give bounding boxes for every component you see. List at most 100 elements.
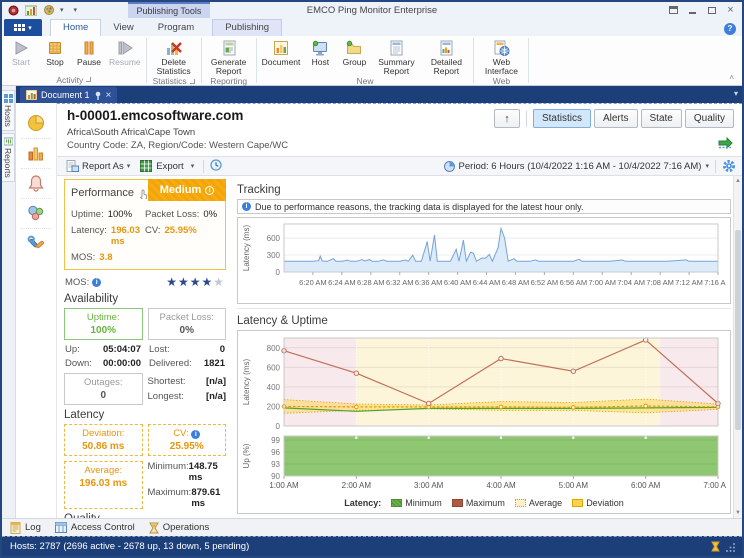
web-interface-button[interactable]: Web Interface	[476, 37, 526, 76]
tab-home[interactable]: Home	[50, 19, 101, 36]
new-group-button[interactable]: Group	[337, 37, 371, 67]
outages-box: Outages: 0	[64, 373, 143, 405]
collapse-header-button[interactable]: ↑	[494, 109, 520, 128]
operations-view-icon[interactable]	[21, 229, 51, 258]
cv-info-icon[interactable]: i	[191, 430, 200, 439]
detailed-report-button[interactable]: Detailed Report	[421, 37, 471, 76]
tab-close-icon[interactable]: ×	[106, 90, 112, 101]
report-as-button[interactable]: Report As▾	[63, 159, 133, 173]
tab-list-caret[interactable]: ▾	[734, 89, 738, 98]
svg-text:6:36 AM: 6:36 AM	[415, 278, 443, 287]
latency-section-title: Latency	[64, 409, 226, 421]
new-host-button[interactable]: Host	[303, 37, 337, 67]
mos-stars: ★★★★★	[166, 275, 225, 289]
tab-view[interactable]: View	[101, 20, 145, 36]
theme-qat-icon[interactable]	[42, 4, 56, 16]
period-selector[interactable]: Period: 6 Hours (10/4/2022 1:16 AM - 10/…	[459, 161, 702, 172]
minimize-button[interactable]	[684, 4, 701, 17]
mos-info-icon[interactable]: i	[92, 278, 101, 287]
sidebar-tab-hosts[interactable]: Hosts	[2, 90, 15, 131]
close-button[interactable]: ×	[722, 4, 739, 17]
svg-text:6:24 AM: 6:24 AM	[328, 278, 356, 287]
detailed-report-icon	[437, 38, 455, 57]
window-style-button[interactable]	[665, 4, 682, 17]
export-button[interactable]: Export▾	[137, 159, 197, 173]
state-view-icon[interactable]	[21, 199, 51, 229]
svg-text:Latency (ms): Latency (ms)	[242, 225, 251, 272]
document-tab[interactable]: Document 1 ×	[20, 87, 117, 103]
uptime-box: Uptime: 100%	[64, 308, 143, 340]
resume-button[interactable]: Resume	[106, 37, 144, 67]
follow-latest-icon[interactable]	[718, 137, 734, 152]
charts-view-icon[interactable]	[21, 139, 51, 169]
new-document-button[interactable]: Document	[259, 37, 304, 67]
delete-statistics-button[interactable]: Delete Statistics	[149, 37, 199, 76]
maximize-button[interactable]	[703, 4, 720, 17]
group-label-activity: Activity	[56, 75, 83, 85]
dock-strip: Hosts Reports	[2, 86, 16, 518]
group-label-reporting: Reporting	[210, 76, 247, 86]
summary-report-button[interactable]: Summary Report	[371, 37, 421, 76]
pause-button[interactable]: Pause	[72, 37, 106, 67]
performance-badge: Mediumi	[148, 179, 226, 201]
generate-report-icon	[220, 38, 238, 57]
view-button-quality[interactable]: Quality	[685, 109, 734, 128]
scroll-thumb[interactable]	[735, 230, 741, 430]
generate-report-button[interactable]: Generate Report	[204, 37, 254, 76]
title-bar: ▾ ▾ Publishing Tools EMCO Ping Monitor E…	[2, 2, 742, 18]
svg-text:6:32 AM: 6:32 AM	[386, 278, 414, 287]
svg-text:93: 93	[271, 460, 280, 469]
alerts-view-icon[interactable]	[21, 169, 51, 199]
report-as-icon	[66, 160, 79, 172]
pin-icon[interactable]	[94, 91, 102, 100]
scroll-up-arrow[interactable]: ▲	[734, 176, 742, 186]
app-icon[interactable]	[6, 4, 20, 16]
badge-info-icon[interactable]: i	[205, 186, 214, 195]
stop-button[interactable]: Stop	[38, 37, 72, 67]
scroll-down-arrow[interactable]: ▼	[734, 508, 742, 518]
tracking-chart: 03006006:20 AM6:24 AM6:28 AM6:32 AM6:36 …	[237, 217, 731, 304]
performance-title: Performance	[71, 187, 134, 199]
svg-text:6:20 AM: 6:20 AM	[299, 278, 327, 287]
ribbon-group-reporting: Generate Report Reporting	[202, 36, 256, 85]
period-caret[interactable]: ▾	[705, 162, 709, 170]
activity-dialog-launcher[interactable]	[86, 77, 91, 82]
packet-loss-value: 0%	[203, 209, 217, 220]
scroll-track[interactable]	[734, 186, 742, 508]
qat-customize-caret[interactable]: ▾	[74, 6, 78, 14]
start-button[interactable]: Start	[4, 37, 38, 67]
theme-dropdown-caret[interactable]: ▾	[60, 6, 64, 14]
packet-loss-box: Packet Loss: 0%	[148, 308, 227, 340]
svg-text:6:44 AM: 6:44 AM	[473, 278, 501, 287]
bottom-tab-operations[interactable]: Operations	[149, 522, 209, 534]
document-tab-strip: Document 1 × ▾	[16, 86, 742, 103]
period-clock-icon	[444, 161, 455, 172]
document-tab-icon	[26, 90, 37, 100]
collapse-ribbon-chevron[interactable]: ˄	[729, 73, 734, 82]
history-clock-icon[interactable]	[210, 159, 222, 174]
application-menu-button[interactable]: ▾	[4, 19, 42, 36]
statistics-dialog-launcher[interactable]	[190, 79, 195, 84]
view-button-statistics[interactable]: Statistics	[533, 109, 591, 128]
help-icon[interactable]: ?	[724, 23, 736, 35]
statistics-qat-icon[interactable]	[24, 4, 38, 16]
svg-text:400: 400	[267, 383, 281, 392]
tab-program[interactable]: Program	[146, 20, 206, 36]
legend-item-minimum: Minimum	[391, 498, 442, 508]
longest-outage: [n/a]	[206, 391, 226, 402]
bottom-tab-log[interactable]: Log	[10, 522, 41, 534]
summary-report-icon	[387, 38, 405, 57]
tab-publishing[interactable]: Publishing	[212, 19, 282, 36]
quick-access-toolbar: ▾ ▾	[2, 4, 77, 16]
statistics-view-icon[interactable]	[21, 109, 51, 139]
settings-gear-icon[interactable]	[722, 159, 736, 173]
view-button-state[interactable]: State	[641, 109, 682, 128]
log-icon	[10, 522, 21, 534]
sidebar-tab-reports[interactable]: Reports	[2, 133, 15, 182]
bottom-tab-access-control[interactable]: Access Control	[55, 522, 135, 533]
resize-grip[interactable]	[726, 542, 736, 552]
legend-swatch-average	[515, 499, 526, 507]
view-button-alerts[interactable]: Alerts	[594, 109, 638, 128]
export-icon	[140, 160, 153, 172]
vertical-scrollbar[interactable]: ▲ ▼	[733, 176, 742, 518]
